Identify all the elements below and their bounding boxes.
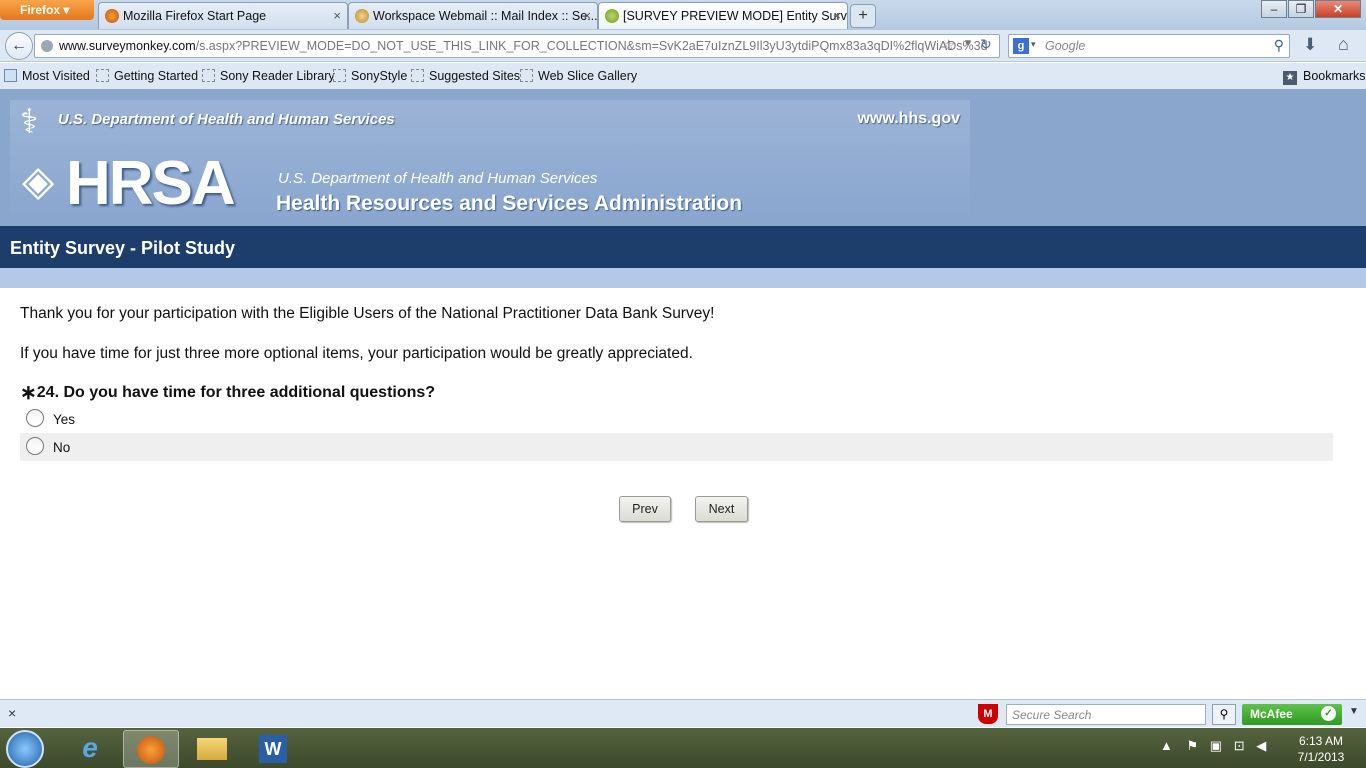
tab-webmail[interactable]: Workspace Webmail :: Mail Index :: Se...… xyxy=(348,2,598,29)
bookmark-star-icon[interactable]: ☆ xyxy=(942,36,955,54)
bookmarks-star-icon: ★ xyxy=(1283,71,1297,85)
hhs-banner: ⚕ U.S. Department of Health and Human Se… xyxy=(0,89,1366,226)
required-asterisk: ∗ xyxy=(20,382,37,404)
mcafee-siteadvisor-badge[interactable]: McAfee ✓ xyxy=(1242,704,1342,725)
hrsa-department-subtitle: U.S. Department of Health and Human Serv… xyxy=(278,170,598,187)
show-hidden-icons-icon[interactable]: ▲ xyxy=(1160,738,1173,753)
history-dropdown-icon[interactable]: ▼ xyxy=(963,38,973,49)
back-button[interactable]: ← xyxy=(5,32,33,60)
window-titlebar: Firefox ▾ Mozilla Firefox Start Page × W… xyxy=(0,0,1366,30)
bookmark-icon xyxy=(96,69,109,82)
mcafee-shield-icon[interactable]: M xyxy=(978,704,998,724)
radio-yes[interactable] xyxy=(26,409,44,427)
option-label: Yes xyxy=(53,412,76,427)
page-viewport: ⚕ U.S. Department of Health and Human Se… xyxy=(0,89,1366,699)
network-icon[interactable]: ⊡ xyxy=(1234,738,1245,753)
bookmark-web-slice-gallery[interactable]: Web Slice Gallery xyxy=(520,69,637,83)
bookmark-suggested-sites[interactable]: Suggested Sites xyxy=(411,69,520,83)
tab-survey[interactable]: [SURVEY PREVIEW MODE] Entity Surv... × xyxy=(598,2,848,29)
option-label: No xyxy=(53,440,71,455)
survey-title: Entity Survey - Pilot Study xyxy=(0,226,1366,268)
bookmark-icon xyxy=(411,69,424,82)
navigation-toolbar: ← www.surveymonkey.com/s.aspx?PREVIEW_MO… xyxy=(0,30,1366,62)
option-yes[interactable]: Yes xyxy=(20,405,1333,433)
close-tab-icon[interactable]: × xyxy=(583,8,591,23)
option-no[interactable]: No xyxy=(20,433,1333,461)
bookmark-most-visited[interactable]: Most Visited xyxy=(4,69,90,83)
search-engine-dropdown-icon[interactable]: ▾ xyxy=(1031,39,1036,50)
firefox-menu-button[interactable]: Firefox ▾ xyxy=(0,0,94,20)
tab-start-page[interactable]: Mozilla Firefox Start Page × xyxy=(98,2,348,29)
radio-no[interactable] xyxy=(26,437,44,455)
bookmarks-toolbar: Most Visited Getting Started Sony Reader… xyxy=(0,63,1366,89)
search-input[interactable]: g ▾ Google ⚲ xyxy=(1008,34,1290,58)
url-bar[interactable]: www.surveymonkey.com/s.aspx?PREVIEW_MODE… xyxy=(34,34,1000,58)
webmail-icon xyxy=(355,9,369,23)
thank-you-text: Thank you for your participation with th… xyxy=(20,305,715,322)
bookmark-icon xyxy=(520,69,533,82)
question-text: 24. Do you have time for three additiona… xyxy=(36,384,436,401)
prev-button[interactable]: Prev xyxy=(619,496,671,522)
mcafee-label: McAfee xyxy=(1250,707,1293,721)
url-host: www.surveymonkey.com xyxy=(59,39,196,53)
maximize-button[interactable]: ❐ xyxy=(1288,0,1314,18)
bookmark-icon xyxy=(202,69,215,82)
clock-time: 6:13 AM xyxy=(1298,734,1344,748)
windows-explorer-icon[interactable] xyxy=(184,730,240,768)
mcafee-dropdown-icon[interactable]: ▼ xyxy=(1349,706,1359,717)
firefox-icon xyxy=(105,9,119,23)
reload-icon[interactable]: ↻ xyxy=(980,36,992,53)
system-tray: ▲ ⚑ ▣ ⊡ ◀ xyxy=(1160,738,1266,754)
minimize-button[interactable]: – xyxy=(1261,0,1287,18)
bookmark-sonystyle[interactable]: SonyStyle xyxy=(333,69,407,83)
hhs-site-link[interactable]: www.hhs.gov xyxy=(857,110,960,128)
magnifier-icon[interactable]: ⚲ xyxy=(1274,37,1284,54)
new-tab-button[interactable]: + xyxy=(850,4,876,28)
surveymonkey-icon xyxy=(605,9,619,23)
hrsa-logo-text: HRSA xyxy=(66,149,236,218)
volume-icon[interactable]: ◀ xyxy=(1256,738,1266,753)
tab-title: Workspace Webmail :: Mail Index :: Se... xyxy=(373,9,598,23)
bookmark-getting-started[interactable]: Getting Started xyxy=(96,69,198,83)
internet-explorer-icon[interactable]: e xyxy=(62,730,118,768)
hrsa-knot-icon: ◈ xyxy=(22,157,55,204)
tab-title: [SURVEY PREVIEW MODE] Entity Surv... xyxy=(623,9,848,23)
home-icon[interactable]: ⌂ xyxy=(1338,34,1349,55)
close-addon-bar-icon[interactable]: × xyxy=(8,705,16,721)
hhs-department-name: U.S. Department of Health and Human Serv… xyxy=(58,111,395,128)
windows-start-button[interactable] xyxy=(6,730,44,768)
title-underline-strip xyxy=(0,268,1366,288)
clock-date: 7/1/2013 xyxy=(1297,750,1345,764)
checkmark-icon: ✓ xyxy=(1321,706,1336,721)
close-tab-icon[interactable]: × xyxy=(333,8,341,23)
clock[interactable]: 6:13 AM 7/1/2013 xyxy=(1286,733,1356,765)
hhs-eagle-icon: ⚕ xyxy=(20,103,39,141)
tab-title: Mozilla Firefox Start Page xyxy=(123,9,267,23)
secure-search-input[interactable]: Secure Search xyxy=(1006,704,1206,725)
magnifier-icon: ⚲ xyxy=(1219,707,1229,721)
close-tab-icon[interactable]: × xyxy=(833,8,841,23)
addon-bar: × M Secure Search ⚲ McAfee ✓ ▼ xyxy=(0,699,1366,727)
downloads-icon[interactable]: ⬇ xyxy=(1303,35,1317,55)
secure-search-button[interactable]: ⚲ xyxy=(1212,704,1236,725)
bookmark-icon xyxy=(333,69,346,82)
firefox-taskbar-icon[interactable] xyxy=(123,730,179,768)
hhs-banner-inner: ⚕ U.S. Department of Health and Human Se… xyxy=(10,100,970,218)
bookmark-sony-reader-library[interactable]: Sony Reader Library xyxy=(202,69,335,83)
next-button[interactable]: Next xyxy=(695,496,748,522)
google-icon[interactable]: g xyxy=(1013,38,1029,54)
action-center-flag-icon[interactable]: ⚑ xyxy=(1187,738,1199,753)
site-identity-icon[interactable] xyxy=(41,40,53,52)
hrsa-agency-name: Health Resources and Services Administra… xyxy=(276,192,743,215)
optional-items-text: If you have time for just three more opt… xyxy=(20,345,693,362)
windows-taskbar: e W ▲ ⚑ ▣ ⊡ ◀ 6:13 AM 7/1/2013 xyxy=(0,728,1366,768)
question-24: ∗24. Do you have time for three addition… xyxy=(20,380,435,405)
microsoft-word-icon[interactable]: W xyxy=(245,730,301,768)
close-window-button[interactable]: ✕ xyxy=(1315,0,1361,18)
device-icon[interactable]: ▣ xyxy=(1210,738,1222,753)
bookmarks-menu-button[interactable]: ★ Bookmarks xyxy=(1283,69,1366,85)
most-visited-icon xyxy=(4,69,17,82)
url-path: /s.aspx?PREVIEW_MODE=DO_NOT_USE_THIS_LIN… xyxy=(195,39,988,53)
search-placeholder: Google xyxy=(1045,39,1086,53)
